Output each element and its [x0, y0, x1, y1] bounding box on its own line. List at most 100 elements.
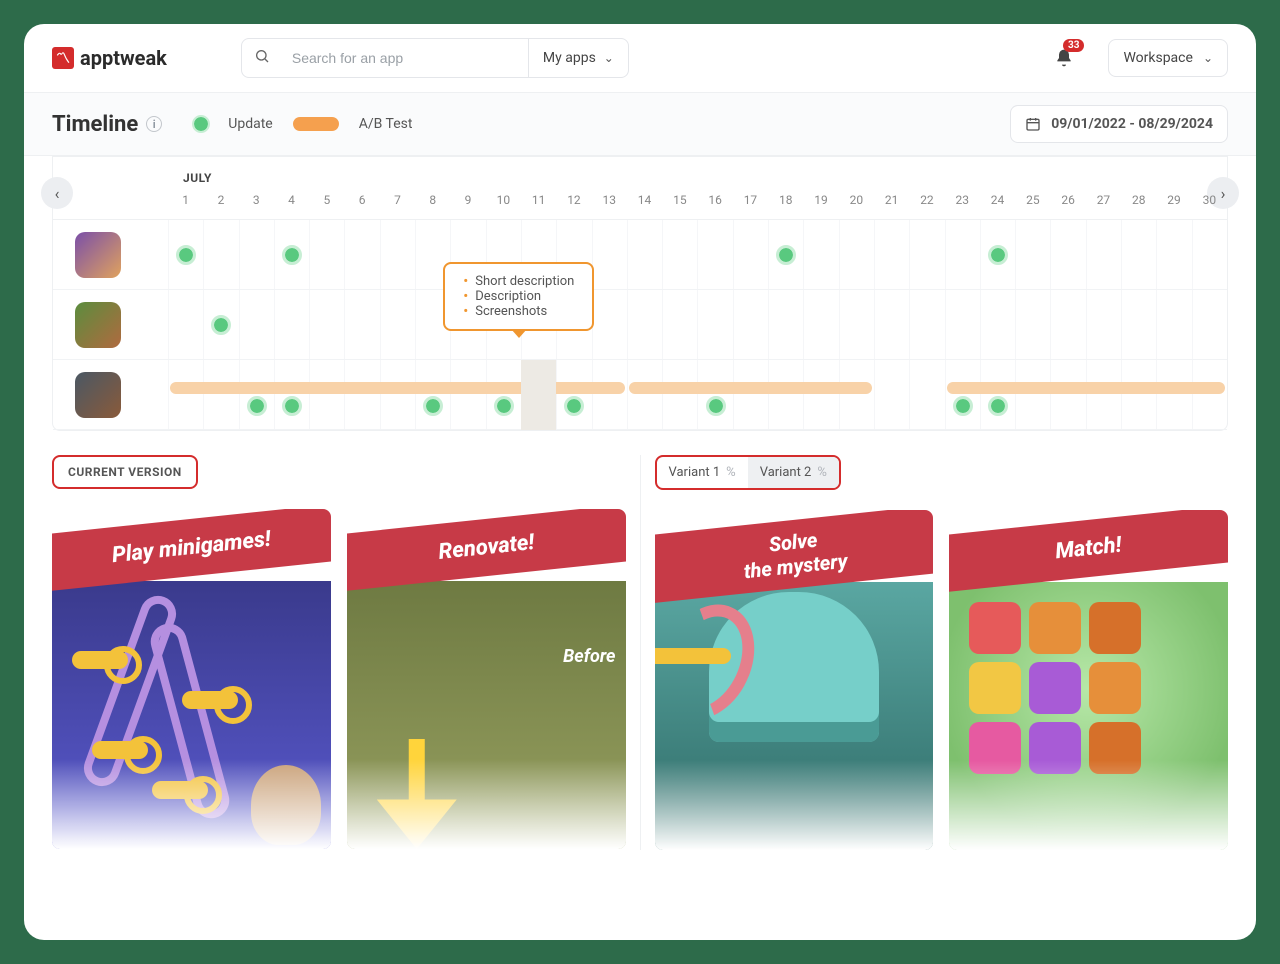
timeline-cell[interactable]: [168, 360, 203, 429]
timeline-cell[interactable]: [803, 360, 838, 429]
timeline-cell[interactable]: [733, 220, 768, 289]
screenshot-match[interactable]: Match!: [949, 510, 1228, 850]
timeline-cell[interactable]: [274, 290, 309, 359]
timeline-cell[interactable]: [909, 360, 944, 429]
timeline-cell[interactable]: [1121, 290, 1156, 359]
timeline-cell[interactable]: [839, 360, 874, 429]
timeline-cell[interactable]: [874, 290, 909, 359]
update-dot[interactable]: [991, 248, 1005, 262]
timeline-cell[interactable]: [203, 290, 238, 359]
app-icon[interactable]: [75, 232, 121, 278]
timeline-cell[interactable]: [1192, 290, 1227, 359]
timeline-cell[interactable]: [1192, 360, 1227, 429]
update-dot[interactable]: [991, 399, 1005, 413]
timeline-cell[interactable]: [1015, 290, 1050, 359]
timeline-cell[interactable]: [344, 220, 379, 289]
timeline-cell[interactable]: [697, 290, 732, 359]
date-range-button[interactable]: 09/01/2022 - 08/29/2024: [1010, 105, 1228, 143]
update-dot[interactable]: [426, 399, 440, 413]
update-dot[interactable]: [497, 399, 511, 413]
timeline-cell[interactable]: [768, 360, 803, 429]
update-dot[interactable]: [214, 318, 228, 332]
timeline-cell[interactable]: [380, 360, 415, 429]
app-icon[interactable]: [75, 302, 121, 348]
timeline-cell[interactable]: [839, 290, 874, 359]
timeline-cell[interactable]: [768, 290, 803, 359]
timeline-cell[interactable]: [627, 220, 662, 289]
update-dot[interactable]: [779, 248, 793, 262]
update-dot[interactable]: [250, 399, 264, 413]
timeline-cell[interactable]: [839, 220, 874, 289]
timeline-cell[interactable]: [980, 360, 1015, 429]
timeline-cell[interactable]: [1050, 220, 1085, 289]
timeline-cell[interactable]: [344, 360, 379, 429]
timeline-cell[interactable]: [380, 220, 415, 289]
app-icon[interactable]: [75, 372, 121, 418]
timeline-cell[interactable]: [168, 220, 203, 289]
timeline-cell[interactable]: [697, 220, 732, 289]
timeline-cell[interactable]: [1192, 220, 1227, 289]
screenshot-minigames[interactable]: Play minigames!: [52, 509, 331, 849]
timeline-cell[interactable]: [980, 220, 1015, 289]
timeline-cell[interactable]: [980, 290, 1015, 359]
timeline-cell[interactable]: [592, 360, 627, 429]
timeline-cell[interactable]: [1015, 220, 1050, 289]
timeline-cell[interactable]: [168, 290, 203, 359]
timeline-cell[interactable]: [415, 360, 450, 429]
notifications-button[interactable]: 33: [1050, 44, 1078, 72]
timeline-cell[interactable]: [1086, 220, 1121, 289]
timeline-cell[interactable]: [945, 360, 980, 429]
screenshot-mystery[interactable]: Solve the mystery: [655, 510, 934, 850]
timeline-cell[interactable]: [1121, 220, 1156, 289]
timeline-cell[interactable]: [274, 220, 309, 289]
timeline-cell[interactable]: [662, 220, 697, 289]
timeline-cell[interactable]: [592, 220, 627, 289]
timeline-cell[interactable]: [309, 360, 344, 429]
variant-1-tab[interactable]: Variant 1%: [657, 457, 748, 488]
timeline-cell[interactable]: [1121, 360, 1156, 429]
my-apps-button[interactable]: My apps ⌄: [528, 39, 628, 77]
search-input[interactable]: [280, 50, 528, 66]
timeline-cell[interactable]: [909, 290, 944, 359]
timeline-cell[interactable]: [1156, 360, 1191, 429]
brand-logo[interactable]: 〽 apptweak: [52, 46, 167, 70]
update-dot[interactable]: [567, 399, 581, 413]
variant-2-tab[interactable]: Variant 2%: [748, 457, 839, 488]
timeline-cell[interactable]: [803, 220, 838, 289]
timeline-cell[interactable]: [1086, 290, 1121, 359]
update-dot[interactable]: [285, 248, 299, 262]
timeline-cell[interactable]: [556, 360, 591, 429]
update-dot[interactable]: [709, 399, 723, 413]
timeline-cell[interactable]: [874, 220, 909, 289]
update-dot[interactable]: [956, 399, 970, 413]
timeline-cell[interactable]: [1156, 220, 1191, 289]
ab-test-bar[interactable]: [170, 382, 625, 394]
timeline-cell[interactable]: [486, 360, 521, 429]
timeline-cell[interactable]: [450, 360, 485, 429]
timeline-cell[interactable]: [309, 220, 344, 289]
timeline-cell[interactable]: [803, 290, 838, 359]
timeline-cell[interactable]: [309, 290, 344, 359]
update-dot[interactable]: [179, 248, 193, 262]
timeline-cell[interactable]: [203, 360, 238, 429]
timeline-cell[interactable]: [239, 220, 274, 289]
ab-test-bar[interactable]: [629, 382, 872, 394]
timeline-cell[interactable]: [733, 290, 768, 359]
update-dot[interactable]: [285, 399, 299, 413]
timeline-cell[interactable]: [239, 360, 274, 429]
timeline-cell[interactable]: [1050, 360, 1085, 429]
timeline-cell[interactable]: [945, 290, 980, 359]
timeline-cell[interactable]: [945, 220, 980, 289]
timeline-cell[interactable]: [909, 220, 944, 289]
timeline-cell[interactable]: [1015, 360, 1050, 429]
timeline-cell[interactable]: [627, 290, 662, 359]
timeline-cell[interactable]: [627, 360, 662, 429]
timeline-cell[interactable]: [592, 290, 627, 359]
timeline-cell[interactable]: [662, 360, 697, 429]
timeline-cell[interactable]: [662, 290, 697, 359]
timeline-cell[interactable]: [733, 360, 768, 429]
info-icon[interactable]: i: [146, 116, 162, 132]
timeline-cell[interactable]: [380, 290, 415, 359]
timeline-cell[interactable]: [874, 360, 909, 429]
timeline-cell[interactable]: [344, 290, 379, 359]
